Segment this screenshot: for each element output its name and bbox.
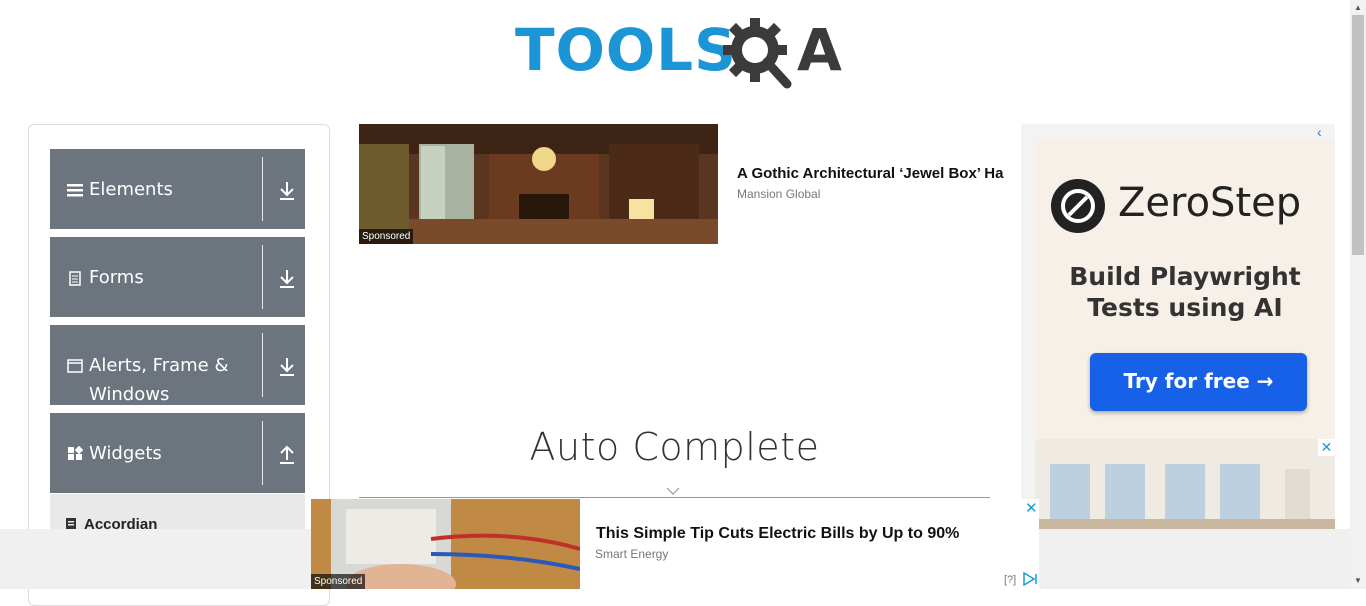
ad-zerostep-panel[interactable]: ZeroStep Build Playwright Tests using AI… — [1035, 139, 1335, 439]
sidebar-item-accordian[interactable]: Accordian — [50, 494, 305, 534]
hamburger-icon — [67, 184, 83, 197]
divider — [262, 157, 263, 221]
sidebar-group-widgets[interactable]: Widgets — [50, 413, 305, 493]
ad-headline[interactable]: This Simple Tip Cuts Electric Bills by U… — [596, 525, 959, 543]
chevron-down-icon — [666, 487, 680, 495]
divider — [262, 333, 263, 397]
sidebar-group-label: Widgets — [89, 443, 162, 464]
download-arrow-icon — [280, 182, 294, 200]
logo-text-a: A — [797, 16, 842, 84]
scroll-down-icon[interactable]: ▼ — [1354, 576, 1362, 585]
sidebar-group-forms[interactable]: Forms — [50, 237, 305, 317]
divider — [262, 421, 263, 485]
download-arrow-icon — [280, 270, 294, 288]
scroll-up-icon[interactable]: ▲ — [1354, 3, 1362, 12]
ad-room-image[interactable] — [1035, 439, 1335, 529]
sponsored-label: Sponsored — [311, 574, 366, 589]
title-divider — [359, 497, 990, 498]
toolsqa-logo[interactable]: TOOLS A — [515, 14, 842, 94]
upload-arrow-icon — [280, 445, 294, 464]
sidebar-group-label: Alerts, Frame & Windows — [89, 355, 229, 405]
sidebar-group-label: Forms — [89, 267, 144, 288]
close-icon[interactable]: ✕ — [1318, 439, 1335, 456]
try-for-free-button[interactable]: Try for free → — [1090, 353, 1307, 411]
sidebar-group-label: Elements — [89, 179, 173, 200]
ad-brand: ZeroStep — [1118, 180, 1302, 226]
close-icon[interactable]: ✕ — [1025, 499, 1038, 517]
scrollbar-thumb[interactable] — [1352, 15, 1364, 255]
ad-info-link[interactable]: [?] — [1004, 574, 1016, 586]
sidebar-group-alerts[interactable]: Alerts, Frame & Windows — [50, 325, 305, 405]
ad-source[interactable]: Mansion Global — [737, 187, 820, 201]
ad-tagline: Build Playwright Tests using AI — [1069, 262, 1301, 322]
sidebar-group-elements[interactable]: Elements — [50, 149, 305, 229]
document-icon — [69, 271, 81, 286]
library-photo — [359, 124, 718, 244]
chevron-left-icon[interactable]: ‹ — [1317, 124, 1322, 140]
gear-magnifier-icon — [723, 18, 792, 89]
widgets-icon — [68, 446, 83, 460]
divider — [262, 245, 263, 309]
ad-zerostep[interactable]: ‹ ZeroStep Build Playwright Tests using … — [1021, 124, 1335, 529]
vertical-scrollbar[interactable]: ▲ ▼ — [1350, 0, 1366, 589]
adchoices-icon[interactable] — [1022, 572, 1038, 586]
page-title: Auto Complete — [529, 425, 820, 469]
ad-smart-energy[interactable]: Sponsored This Simple Tip Cuts Electric … — [311, 499, 1039, 589]
logo-text-tools: TOOLS — [515, 16, 737, 84]
ad-image-breaker[interactable]: Sponsored — [311, 499, 580, 589]
window-icon — [67, 359, 83, 373]
zerostep-logo-icon — [1051, 179, 1105, 233]
download-arrow-icon — [280, 358, 294, 376]
ad-image-library[interactable]: Sponsored — [359, 124, 718, 244]
sponsored-label: Sponsored — [359, 229, 414, 244]
ad-headline[interactable]: A Gothic Architectural ‘Jewel Box’ Ha — [737, 165, 1020, 182]
ad-source[interactable]: Smart Energy — [595, 547, 668, 561]
